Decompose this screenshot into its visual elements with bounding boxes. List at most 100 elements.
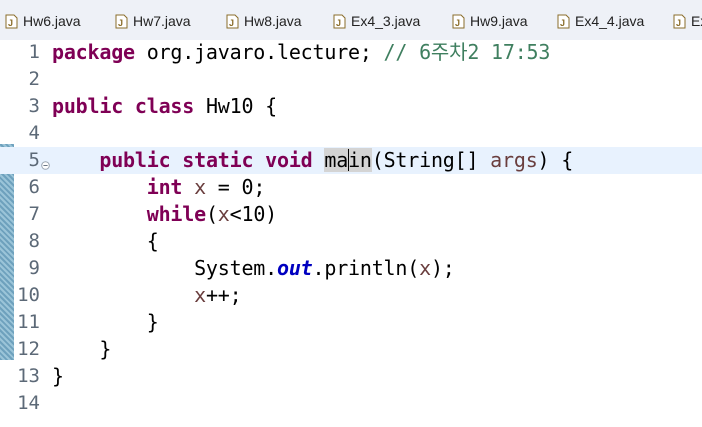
line-number: 14 [17, 392, 40, 414]
code-line[interactable]: 1 package org.javaro.lecture; // 6주차2 17… [0, 39, 702, 66]
svg-text:J: J [8, 18, 13, 28]
code-text[interactable]: while(x<10) [52, 201, 277, 228]
method-call: .println( [312, 256, 420, 280]
tab-label: Hw7.java [133, 13, 191, 29]
code-text[interactable]: { [52, 228, 159, 255]
tab-label: Hw8.java [244, 13, 302, 29]
java-file-icon: J [226, 14, 239, 29]
line-number: 8 [28, 230, 40, 252]
variable: x [217, 202, 230, 226]
keyword: while [146, 202, 206, 226]
line-number: 12 [17, 338, 40, 360]
tab-label: Hw6.java [23, 13, 81, 29]
keyword: package [52, 40, 135, 64]
code-line-current[interactable]: 5 public static void main(String[] args)… [0, 147, 702, 174]
method-name-highlight: main [324, 148, 372, 172]
tab-label: Ex4_4.java [575, 13, 645, 29]
code-text[interactable]: System.out.println(x); [52, 255, 455, 282]
params: (String[] [371, 148, 491, 172]
code-line[interactable]: 10 x++; [0, 282, 702, 309]
code-text[interactable]: public class Hw10 { [52, 93, 277, 120]
code-line[interactable]: 7 while(x<10) [0, 201, 702, 228]
svg-text:J: J [560, 18, 565, 28]
tab-label: Ex4_3.java [351, 13, 421, 29]
method-name-part: ma [324, 148, 349, 172]
line-number: 1 [28, 41, 40, 63]
line-number: 11 [17, 311, 40, 333]
code-line[interactable]: 11 } [0, 309, 702, 336]
tab-label: Hw9.java [470, 13, 528, 29]
java-file-icon: J [115, 14, 128, 29]
brace: } [52, 364, 64, 388]
code-line[interactable]: 14 [0, 390, 702, 417]
punctuation: <10) [229, 202, 278, 226]
punctuation: ++; [205, 283, 242, 307]
svg-text:J: J [676, 18, 681, 28]
code-line[interactable]: 9 System.out.println(x); [0, 255, 702, 282]
line-number: 10 [17, 284, 40, 306]
line-number: 7 [28, 203, 40, 225]
code-text[interactable]: } [52, 363, 64, 390]
keyword: class [134, 94, 195, 118]
tab-hw9[interactable]: J Hw9.java [452, 11, 528, 31]
tab-hw7[interactable]: J Hw7.java [115, 11, 191, 31]
java-file-icon: J [452, 14, 465, 29]
code-line[interactable]: 13 } [0, 363, 702, 390]
line-number: 5 [28, 149, 40, 171]
java-file-icon: J [5, 14, 18, 29]
code-text[interactable]: } [52, 336, 111, 363]
brace: { [146, 229, 159, 253]
code-line[interactable]: 6 int x = 0; [0, 174, 702, 201]
variable: x [194, 283, 206, 307]
keyword: public [99, 148, 171, 172]
keyword: void [265, 148, 313, 172]
svg-text:J: J [455, 18, 460, 28]
keyword: int [146, 175, 183, 199]
punctuation: ( [205, 202, 218, 226]
class-name: Hw10 { [194, 94, 277, 118]
svg-text:J: J [229, 18, 234, 28]
line-number: 13 [17, 365, 40, 387]
line-number: 4 [28, 122, 40, 144]
tab-label: Ex [691, 13, 702, 29]
code-text[interactable]: int x = 0; [52, 174, 266, 201]
line-number: 3 [28, 95, 40, 117]
code-line[interactable]: 8 { [0, 228, 702, 255]
code-text[interactable]: } [52, 309, 159, 336]
line-number: 9 [28, 257, 40, 279]
brace: } [99, 337, 112, 361]
tab-hw6[interactable]: J Hw6.java [5, 11, 81, 31]
code-editor[interactable]: 1 package org.javaro.lecture; // 6주차2 17… [0, 40, 702, 427]
variable: args [490, 148, 538, 172]
comment: // 6주차2 17:53 [371, 40, 551, 64]
tab-hw8[interactable]: J Hw8.java [226, 11, 302, 31]
keyword: static [182, 148, 254, 172]
variable: x [194, 175, 206, 199]
static-field: out [276, 256, 313, 280]
variable: x [419, 256, 431, 280]
java-file-icon: J [673, 14, 686, 29]
java-file-icon: J [333, 14, 346, 29]
method-name-part: in [348, 148, 372, 172]
code-text[interactable]: public static void main(String[] args) { [52, 147, 573, 174]
keyword: public [52, 94, 124, 118]
fold-collapse-icon[interactable] [41, 155, 50, 170]
code-line[interactable]: 4 [0, 120, 702, 147]
tab-ex-truncated[interactable]: J Ex [673, 11, 702, 31]
line-number: 2 [28, 68, 40, 90]
punctuation: ); [430, 256, 455, 280]
tab-ex4-4[interactable]: J Ex4_4.java [557, 11, 644, 31]
code-line[interactable]: 3 public class Hw10 { [0, 93, 702, 120]
editor-tab-bar: J Hw6.java J Hw7.java J Hw8.java J Ex4_3… [0, 0, 702, 41]
punctuation: ) { [537, 148, 574, 172]
punctuation: = 0; [205, 175, 266, 199]
java-file-icon: J [557, 14, 570, 29]
tab-ex4-3[interactable]: J Ex4_3.java [333, 11, 420, 31]
brace: } [146, 310, 159, 334]
code-text[interactable]: package org.javaro.lecture; // 6주차2 17:5… [52, 39, 550, 66]
code-text[interactable]: x++; [52, 282, 242, 309]
code-line[interactable]: 2 [0, 66, 702, 93]
line-number: 6 [28, 176, 40, 198]
svg-text:J: J [118, 18, 123, 28]
code-line[interactable]: 12 } [0, 336, 702, 363]
